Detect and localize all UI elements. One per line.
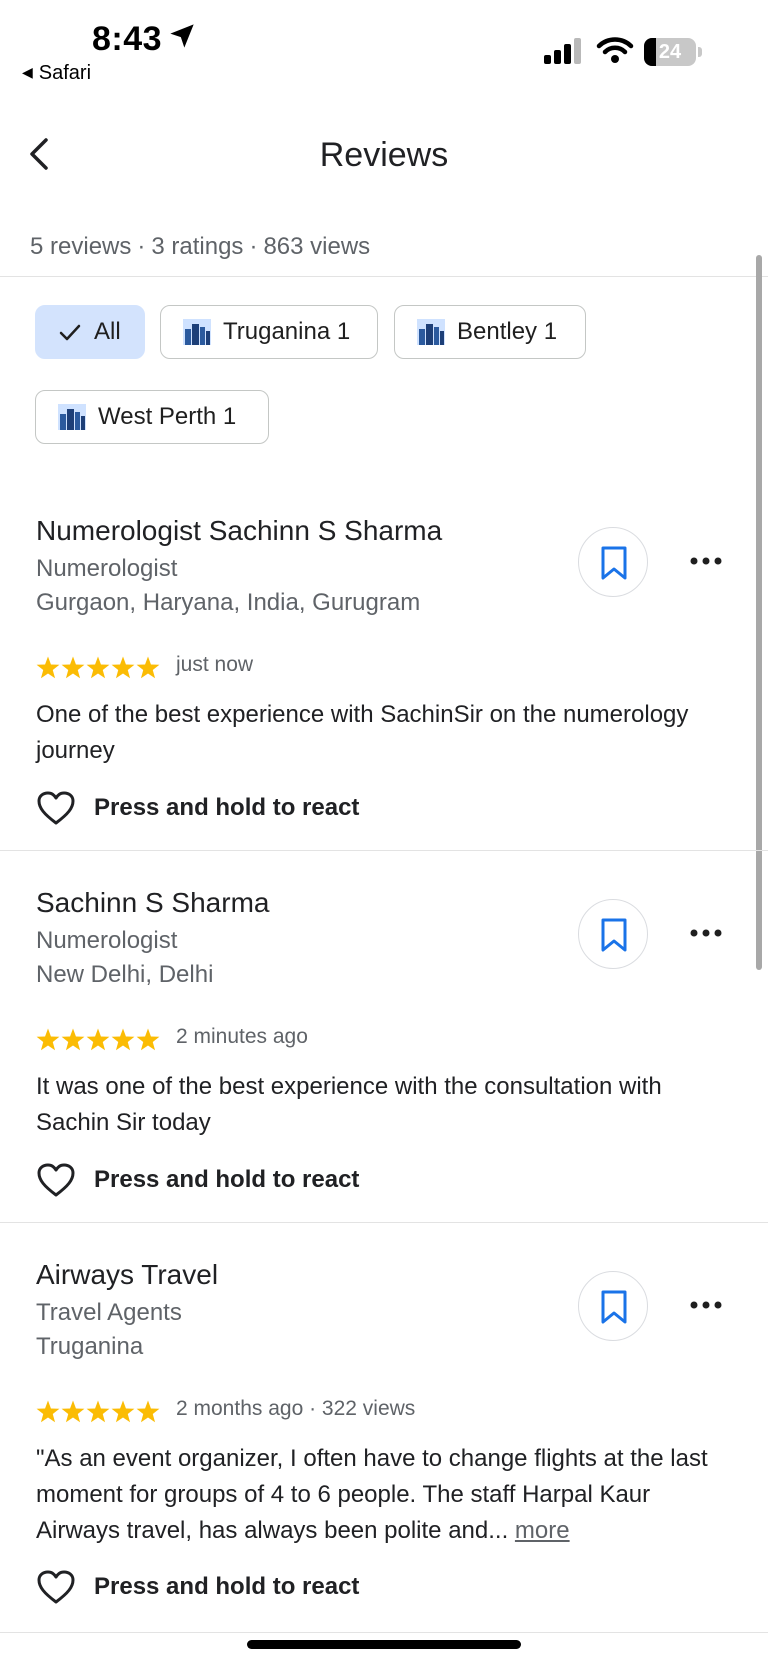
react-button[interactable]: Press and hold to react [36,790,359,826]
star-icon [86,656,110,679]
review-place-name[interactable]: Numerologist Sachinn S Sharma [36,515,442,547]
review-text-excerpt: "As an event organizer, I often have to … [36,1445,708,1544]
review-card: Numerologist Sachinn S Sharma Numerologi… [0,505,768,875]
more-options-button[interactable] [684,545,728,577]
back-triangle-icon: ◀ [22,64,33,80]
review-place-category: Travel Agents [36,1299,182,1326]
star-icon [61,1028,85,1051]
star-rating [36,1028,160,1051]
review-text: It was one of the best experience with t… [36,1073,662,1136]
review-text: "As an event organizer, I often have to … [36,1441,736,1549]
ratings-count: 3 ratings [151,233,244,260]
star-icon [111,1028,135,1051]
bookmark-button[interactable] [578,527,648,597]
heart-outline-icon [37,791,75,825]
city-icon [183,319,211,345]
review-place-name[interactable]: Sachinn S Sharma [36,887,269,919]
city-icon [58,404,86,430]
review-summary: 5 reviews · 3 ratings · 863 views [30,233,370,261]
bookmark-icon [601,918,627,952]
review-card: Airways Travel Travel Agents Truganina 2… [0,1249,768,1629]
home-indicator[interactable] [247,1640,521,1649]
react-button[interactable]: Press and hold to react [36,1569,359,1605]
city-icon [417,319,445,345]
react-button[interactable]: Press and hold to react [36,1162,359,1198]
bookmark-button[interactable] [578,899,648,969]
star-icon [36,1400,60,1423]
bookmark-icon [601,546,627,580]
review-place-location: Truganina [36,1333,144,1360]
check-icon [59,324,81,341]
cellular-signal-icon [544,38,581,64]
star-icon [111,656,135,679]
filter-chip-truganina[interactable]: Truganina 1 [160,305,378,359]
filter-chip-label: Bentley 1 [457,318,558,345]
review-place-name[interactable]: Airways Travel [36,1259,218,1291]
heart-outline-icon [37,1163,75,1197]
review-divider [0,850,768,851]
bookmark-button[interactable] [578,1271,648,1341]
bookmark-icon [601,1290,627,1324]
review-divider [0,1222,768,1223]
star-icon [61,1400,85,1423]
react-label: Press and hold to react [94,794,360,821]
react-label: Press and hold to react [94,1573,360,1600]
filter-chip-label: All [94,318,121,345]
star-icon [136,656,160,679]
star-icon [136,1028,160,1051]
star-icon [36,1028,60,1051]
more-options-button[interactable] [684,917,728,949]
separator: · [137,233,146,260]
review-card: Sachinn S Sharma Numerologist New Delhi,… [0,877,768,1247]
wifi-icon [596,37,634,63]
heart-outline-icon [37,1570,75,1604]
filter-chip-label: Truganina 1 [223,318,351,345]
filter-chip-bentley[interactable]: Bentley 1 [394,305,586,359]
review-place-category: Numerologist [36,927,178,954]
filter-chip-label: West Perth 1 [98,403,237,430]
header-divider [0,276,768,277]
reviews-count: 5 reviews [30,233,132,260]
battery-level: 24 [658,41,682,63]
back-to-safari-link[interactable]: ◀ Safari [22,62,91,85]
review-time-and-views: 2 months ago · 322 views [176,1397,416,1420]
review-text: One of the best experience with SachinSi… [36,701,689,764]
review-divider [0,1632,768,1633]
review-place-category: Numerologist [36,555,178,582]
star-icon [86,1400,110,1423]
filter-chip-west-perth[interactable]: West Perth 1 [35,390,269,444]
back-app-label: Safari [38,62,92,84]
star-icon [61,656,85,679]
star-rating [36,656,160,679]
star-icon [136,1400,160,1423]
star-icon [111,1400,135,1423]
react-label: Press and hold to react [94,1166,360,1193]
star-icon [36,656,60,679]
views-count: 863 views [263,233,371,260]
more-options-button[interactable] [684,1289,728,1321]
star-icon [86,1028,110,1051]
status-time: 8:43 [92,20,163,58]
more-link[interactable]: more [515,1517,570,1544]
page-title: Reviews [319,136,449,174]
review-time: 2 minutes ago [176,1025,308,1048]
separator: · [249,233,258,260]
review-place-location: Gurgaon, Haryana, India, Gurugram [36,589,421,616]
battery-indicator: 24 [644,38,702,66]
review-place-location: New Delhi, Delhi [36,961,214,988]
location-arrow-icon [170,24,194,48]
review-time: just now [176,653,254,676]
star-rating [36,1400,160,1423]
filter-chip-all[interactable]: All [35,305,145,359]
